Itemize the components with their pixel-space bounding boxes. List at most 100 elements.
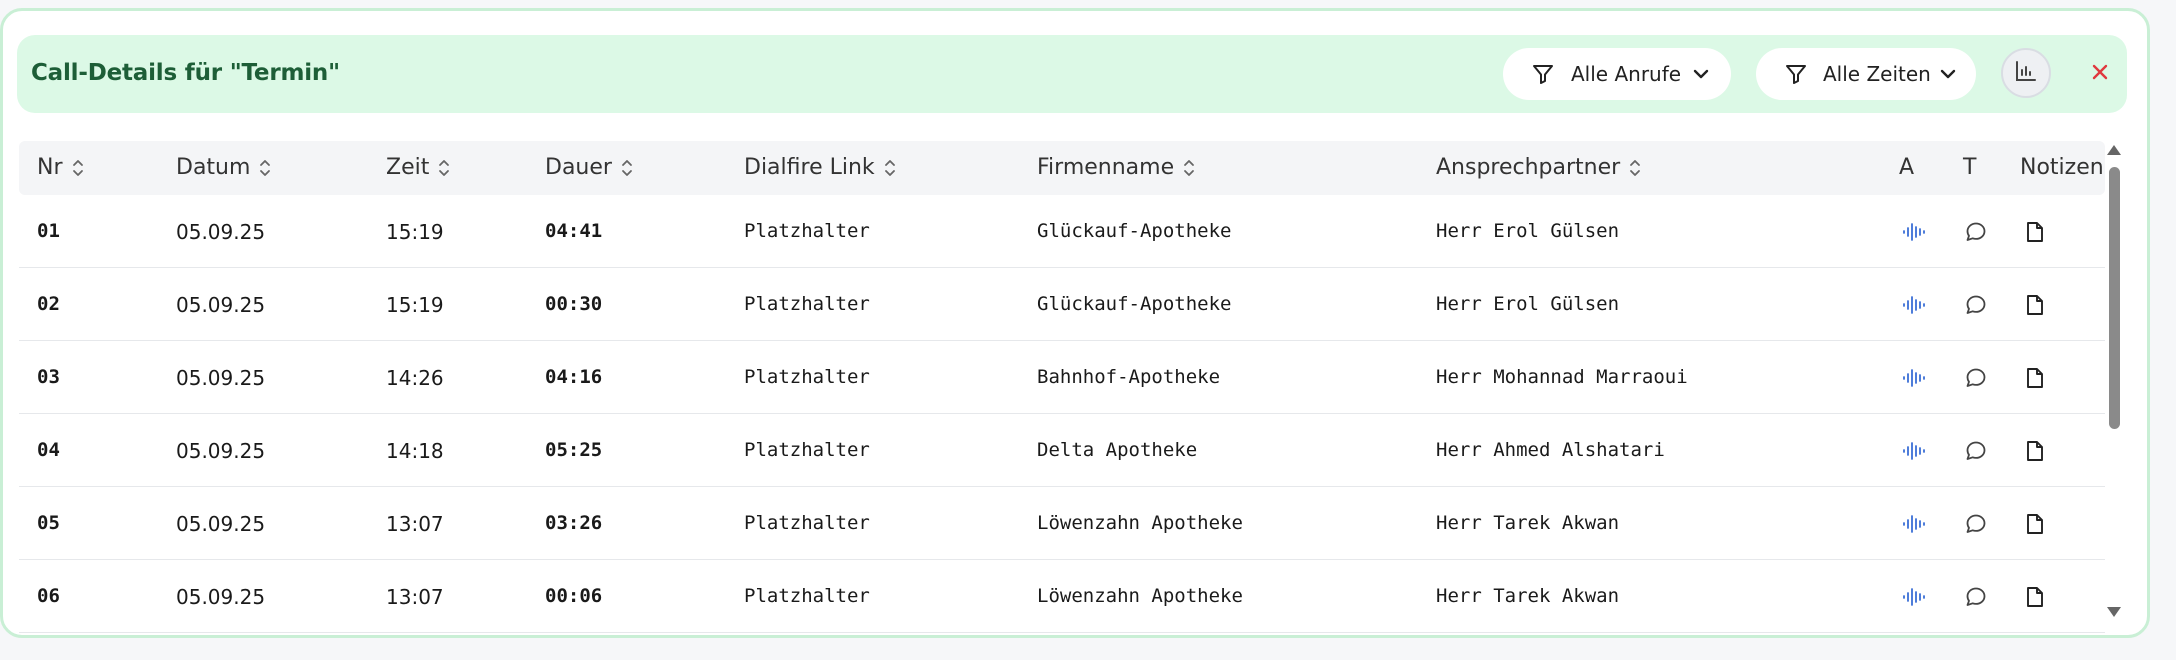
bar-chart-icon (2014, 59, 2038, 88)
table-row[interactable]: 05 05.09.25 13:07 03:26 Platzhalter Löwe… (19, 487, 2105, 560)
cell-zeit: 13:07 (386, 585, 444, 609)
sort-icon (71, 157, 85, 179)
column-header-nr[interactable]: Nr (37, 155, 85, 180)
scroll-down-arrow[interactable] (2107, 607, 2121, 617)
cell-datum: 05.09.25 (176, 585, 266, 609)
note-document-icon[interactable] (2020, 363, 2050, 393)
cell-dauer: 00:30 (545, 293, 603, 315)
cell-dialfire-link[interactable]: Platzhalter (744, 366, 870, 388)
close-button[interactable] (2087, 61, 2113, 87)
cell-firmenname: Löwenzahn Apotheke (1037, 585, 1243, 607)
cell-dauer: 03:26 (545, 512, 603, 534)
cell-dialfire-link[interactable]: Platzhalter (744, 512, 870, 534)
cell-nr: 06 (37, 585, 60, 607)
table-row[interactable]: 01 05.09.25 15:19 04:41 Platzhalter Glüc… (19, 195, 2105, 268)
filter-calls-dropdown[interactable]: Alle Anrufe (1503, 48, 1731, 100)
table-row[interactable]: 02 05.09.25 15:19 00:30 Platzhalter Glüc… (19, 268, 2105, 341)
chevron-down-icon (1691, 64, 1711, 84)
cell-firmenname: Löwenzahn Apotheke (1037, 512, 1243, 534)
column-header-a: A (1899, 155, 1915, 180)
filter-calls-value: Alle Anrufe (1571, 62, 1682, 86)
scroll-up-arrow[interactable] (2107, 145, 2121, 155)
panel-title: Call-Details für "Termin" (31, 60, 340, 86)
cell-dialfire-link[interactable]: Platzhalter (744, 439, 870, 461)
cell-dialfire-link[interactable]: Platzhalter (744, 585, 870, 607)
cell-zeit: 15:19 (386, 293, 444, 317)
cell-zeit: 15:19 (386, 220, 444, 244)
chat-bubble-icon[interactable] (1961, 290, 1991, 320)
audio-waveform-icon[interactable] (1899, 582, 1929, 612)
chat-bubble-icon[interactable] (1961, 509, 1991, 539)
table-header: Nr Datum Zeit Dauer Dialfire Link Firmen… (19, 141, 2105, 195)
table-row[interactable]: 03 05.09.25 14:26 04:16 Platzhalter Bahn… (19, 341, 2105, 414)
cell-ansprechpartner: Herr Tarek Akwan (1436, 512, 1620, 534)
note-document-icon[interactable] (2020, 509, 2050, 539)
column-header-ansprechpartner[interactable]: Ansprechpartner (1436, 155, 1642, 180)
cell-zeit: 14:26 (386, 366, 444, 390)
filter-times-dropdown[interactable]: Alle Zeiten (1756, 48, 1976, 100)
cell-ansprechpartner: Herr Erol Gülsen (1436, 220, 1620, 242)
cell-zeit: 14:18 (386, 439, 444, 463)
sort-icon (1628, 157, 1642, 179)
cell-dauer: 04:16 (545, 366, 603, 388)
cell-datum: 05.09.25 (176, 366, 266, 390)
chevron-down-icon (1938, 64, 1958, 84)
column-header-firmenname[interactable]: Firmenname (1037, 155, 1196, 180)
audio-waveform-icon[interactable] (1899, 436, 1929, 466)
cell-dialfire-link[interactable]: Platzhalter (744, 293, 870, 315)
column-header-notizen: Notizen (2020, 155, 2104, 180)
column-header-dialfire-link[interactable]: Dialfire Link (744, 155, 897, 180)
cell-firmenname: Glückauf-Apotheke (1037, 220, 1232, 242)
sort-icon (1182, 157, 1196, 179)
table-body: 01 05.09.25 15:19 04:41 Platzhalter Glüc… (19, 195, 2105, 633)
statistics-button[interactable] (2001, 48, 2051, 98)
column-header-zeit[interactable]: Zeit (386, 155, 451, 180)
cell-zeit: 13:07 (386, 512, 444, 536)
cell-nr: 04 (37, 439, 60, 461)
chat-bubble-icon[interactable] (1961, 582, 1991, 612)
cell-ansprechpartner: Herr Mohannad Marraoui (1436, 366, 1688, 388)
chat-bubble-icon[interactable] (1961, 217, 1991, 247)
cell-ansprechpartner: Herr Tarek Akwan (1436, 585, 1620, 607)
note-document-icon[interactable] (2020, 436, 2050, 466)
sort-icon (620, 157, 634, 179)
cell-firmenname: Glückauf-Apotheke (1037, 293, 1232, 315)
panel-header: Call-Details für "Termin" Alle Anrufe Al… (17, 35, 2127, 113)
sort-icon (883, 157, 897, 179)
audio-waveform-icon[interactable] (1899, 217, 1929, 247)
close-icon (2090, 62, 2110, 87)
chat-bubble-icon[interactable] (1961, 363, 1991, 393)
cell-nr: 03 (37, 366, 60, 388)
cell-datum: 05.09.25 (176, 439, 266, 463)
cell-dauer: 05:25 (545, 439, 603, 461)
audio-waveform-icon[interactable] (1899, 509, 1929, 539)
filter-icon (1784, 62, 1808, 86)
cell-dialfire-link[interactable]: Platzhalter (744, 220, 870, 242)
cell-datum: 05.09.25 (176, 512, 266, 536)
cell-datum: 05.09.25 (176, 220, 266, 244)
sort-icon (258, 157, 272, 179)
note-document-icon[interactable] (2020, 217, 2050, 247)
note-document-icon[interactable] (2020, 582, 2050, 612)
filter-icon (1531, 62, 1555, 86)
note-document-icon[interactable] (2020, 290, 2050, 320)
audio-waveform-icon[interactable] (1899, 290, 1929, 320)
audio-waveform-icon[interactable] (1899, 363, 1929, 393)
filter-times-value: Alle Zeiten (1823, 62, 1931, 86)
scrollbar-thumb[interactable] (2109, 167, 2120, 429)
column-header-datum[interactable]: Datum (176, 155, 272, 180)
cell-datum: 05.09.25 (176, 293, 266, 317)
cell-nr: 05 (37, 512, 60, 534)
cell-nr: 01 (37, 220, 60, 242)
column-header-t: T (1963, 155, 1977, 180)
table-row[interactable]: 04 05.09.25 14:18 05:25 Platzhalter Delt… (19, 414, 2105, 487)
column-header-dauer[interactable]: Dauer (545, 155, 634, 180)
cell-ansprechpartner: Herr Ahmed Alshatari (1436, 439, 1665, 461)
table-row[interactable]: 06 05.09.25 13:07 00:06 Platzhalter Löwe… (19, 560, 2105, 633)
call-table: Nr Datum Zeit Dauer Dialfire Link Firmen… (19, 141, 2105, 633)
cell-firmenname: Bahnhof-Apotheke (1037, 366, 1221, 388)
cell-firmenname: Delta Apotheke (1037, 439, 1198, 461)
cell-ansprechpartner: Herr Erol Gülsen (1436, 293, 1620, 315)
cell-dauer: 04:41 (545, 220, 603, 242)
chat-bubble-icon[interactable] (1961, 436, 1991, 466)
